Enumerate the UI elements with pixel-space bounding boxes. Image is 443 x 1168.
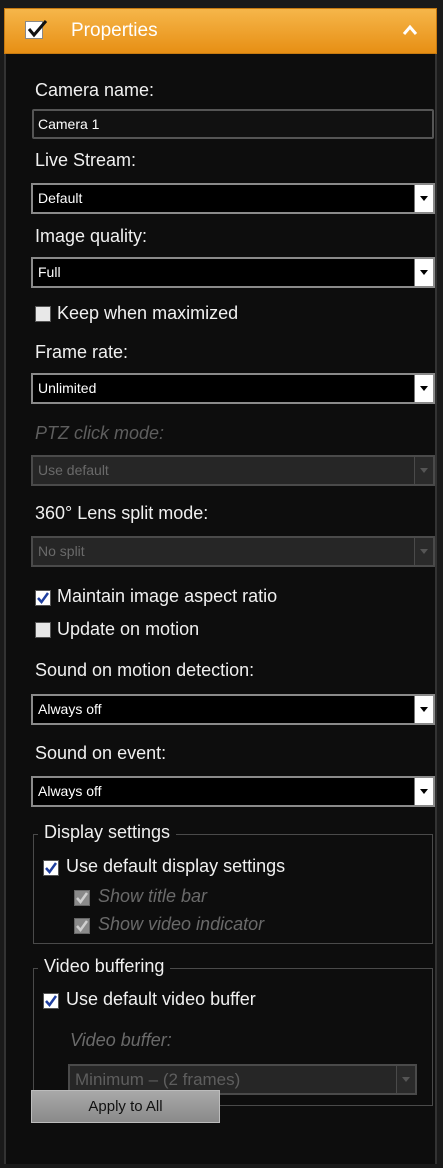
use-default-buffer-checkbox[interactable]	[43, 993, 59, 1009]
checkmark-icon	[76, 892, 88, 904]
keep-maximized-label: Keep when maximized	[57, 303, 239, 323]
use-default-display-checkbox[interactable]	[43, 860, 59, 876]
camera-name-label: Camera name:	[35, 80, 155, 100]
chevron-down-icon[interactable]	[414, 185, 433, 212]
sound-motion-select[interactable]: Always off	[31, 694, 435, 725]
live-stream-label: Live Stream:	[35, 150, 137, 170]
checkmark-icon	[76, 920, 88, 932]
properties-title: Properties	[71, 20, 158, 41]
update-motion-label: Update on motion	[57, 619, 200, 639]
video-buffering-legend: Video buffering	[38, 956, 171, 977]
frame-rate-select[interactable]: Unlimited	[31, 373, 435, 404]
sound-motion-label: Sound on motion detection:	[35, 660, 255, 680]
apply-to-all-button[interactable]: Apply to All	[31, 1090, 220, 1123]
frame-rate-label: Frame rate:	[35, 342, 129, 362]
video-buffer-value: Minimum – (2 frames)	[75, 1070, 241, 1089]
chevron-down-icon[interactable]	[414, 259, 433, 286]
video-buffer-label: Video buffer:	[70, 1030, 172, 1050]
image-quality-value: Full	[38, 264, 61, 280]
image-quality-select[interactable]: Full	[31, 257, 435, 288]
live-stream-value: Default	[38, 190, 83, 206]
show-video-indicator-checkbox	[74, 918, 90, 934]
image-quality-label: Image quality:	[35, 226, 148, 246]
maintain-aspect-checkbox[interactable]	[35, 590, 51, 606]
sound-event-select[interactable]: Always off	[31, 776, 435, 807]
maintain-aspect-label: Maintain image aspect ratio	[57, 586, 278, 606]
sound-event-label: Sound on event:	[35, 743, 167, 763]
sound-motion-value: Always off	[38, 701, 102, 717]
checkmark-icon	[45, 862, 57, 874]
properties-header[interactable]: Properties	[4, 8, 437, 54]
show-title-bar-checkbox	[74, 890, 90, 906]
show-video-indicator-label: Show video indicator	[98, 914, 265, 934]
ptz-click-mode-label: PTZ click mode:	[35, 423, 165, 443]
chevron-down-icon[interactable]	[414, 778, 433, 805]
ptz-click-mode-select: Use default	[31, 455, 435, 486]
sound-event-value: Always off	[38, 783, 102, 799]
live-stream-select[interactable]: Default	[31, 183, 435, 214]
chevron-down-icon[interactable]	[414, 375, 433, 402]
update-motion-checkbox[interactable]	[35, 622, 51, 638]
checkmark-icon	[37, 592, 49, 604]
checkmark-icon	[45, 995, 57, 1007]
chevron-down-icon	[396, 1066, 415, 1093]
chevron-down-icon	[414, 538, 433, 565]
ptz-click-mode-value: Use default	[38, 462, 109, 478]
use-default-buffer-label: Use default video buffer	[66, 989, 256, 1009]
keep-maximized-checkbox[interactable]	[35, 306, 51, 322]
lens-split-mode-label: 360° Lens split mode:	[35, 503, 209, 523]
chevron-down-icon	[414, 457, 433, 484]
checkmark-icon	[27, 20, 48, 38]
properties-checkbox[interactable]	[25, 20, 48, 39]
chevron-up-icon[interactable]	[402, 24, 418, 36]
lens-split-mode-select: No split	[31, 536, 435, 567]
show-title-bar-label: Show title bar	[98, 886, 208, 906]
use-default-display-label: Use default display settings	[66, 856, 286, 876]
chevron-down-icon[interactable]	[414, 696, 433, 723]
display-settings-legend: Display settings	[38, 822, 177, 843]
camera-name-input[interactable]: Camera 1	[32, 109, 434, 139]
frame-rate-value: Unlimited	[38, 380, 97, 396]
lens-split-mode-value: No split	[38, 543, 85, 559]
